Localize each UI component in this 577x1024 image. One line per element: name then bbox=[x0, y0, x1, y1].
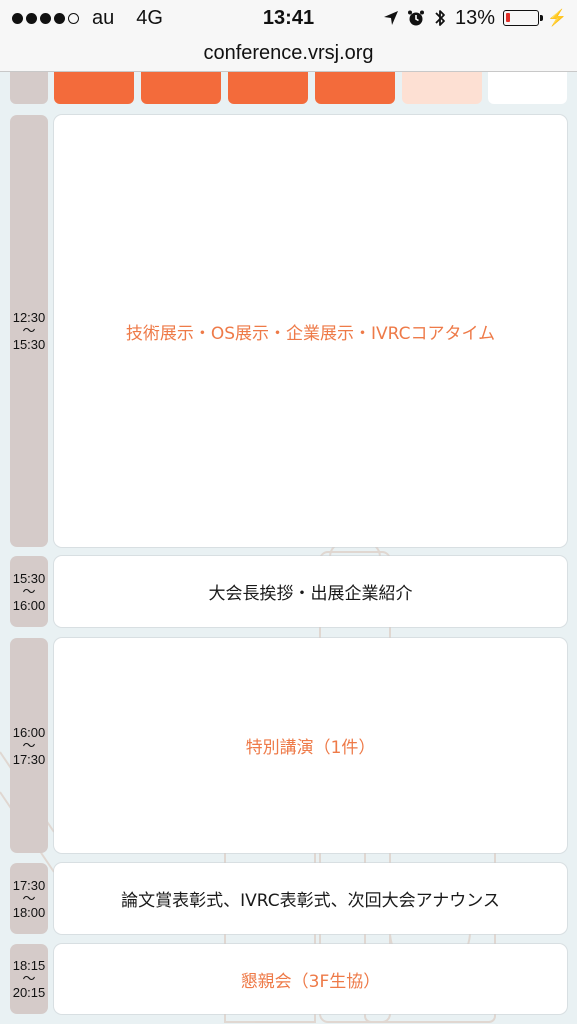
event-item[interactable]: 特別講演（1件） bbox=[54, 638, 567, 853]
event-title[interactable]: 大会長挨拶・出展企業紹介 bbox=[209, 579, 413, 604]
charging-bolt-icon: ⚡ bbox=[547, 10, 567, 27]
battery-icon bbox=[503, 10, 544, 26]
time-slot: 17:30 〜 18:00 bbox=[10, 863, 48, 934]
network-type: 4G bbox=[136, 6, 163, 29]
time-separator: 〜 bbox=[22, 737, 36, 753]
carrier-name: au bbox=[92, 6, 115, 29]
url-text[interactable]: conference.vrsj.org bbox=[203, 42, 373, 65]
schedule-header-tab[interactable] bbox=[228, 72, 308, 104]
time-end: 20:15 bbox=[12, 985, 46, 1000]
time-slot: 18:15 〜 20:15 bbox=[10, 944, 48, 1014]
location-arrow-icon bbox=[384, 11, 399, 25]
time-slot: 15:30 〜 16:00 bbox=[10, 556, 48, 627]
time-separator: 〜 bbox=[22, 971, 36, 986]
event-item[interactable]: 技術展示・OS展示・企業展示・IVRCコアタイム bbox=[54, 115, 567, 547]
alarm-icon bbox=[408, 10, 425, 26]
time-separator: 〜 bbox=[22, 583, 36, 599]
schedule-header-tab[interactable] bbox=[10, 72, 48, 104]
time-separator: 〜 bbox=[22, 890, 36, 906]
event-item[interactable]: 論文賞表彰式、IVRC表彰式、次回大会アナウンス bbox=[54, 863, 567, 934]
event-title[interactable]: 特別講演（1件） bbox=[246, 733, 376, 758]
event-title[interactable]: 論文賞表彰式、IVRC表彰式、次回大会アナウンス bbox=[121, 886, 500, 911]
schedule: 12:30 〜 15:30 技術展示・OS展示・企業展示・IVRCコアタイム 1… bbox=[0, 72, 577, 1024]
schedule-header-tab[interactable] bbox=[141, 72, 221, 104]
schedule-header-tab[interactable] bbox=[488, 72, 567, 104]
event-item[interactable]: 大会長挨拶・出展企業紹介 bbox=[54, 556, 567, 627]
schedule-header-tab[interactable] bbox=[315, 72, 395, 104]
event-item[interactable]: 懇親会（3F生協） bbox=[54, 944, 567, 1014]
time-separator: 〜 bbox=[22, 323, 36, 338]
time-end: 18:00 bbox=[12, 904, 46, 920]
schedule-header-tab[interactable] bbox=[54, 72, 134, 104]
schedule-header-tab[interactable] bbox=[402, 72, 482, 104]
url-bar[interactable]: conference.vrsj.org bbox=[0, 36, 577, 72]
time-end: 15:30 bbox=[12, 337, 46, 352]
battery-percent: 13% bbox=[455, 6, 496, 29]
event-title[interactable]: 技術展示・OS展示・企業展示・IVRCコアタイム bbox=[126, 319, 495, 344]
status-bar: au 4G 13:41 13% ⚡ bbox=[0, 0, 577, 36]
bluetooth-icon bbox=[435, 10, 445, 26]
time-end: 16:00 bbox=[12, 597, 46, 613]
time-slot: 16:00 〜 17:30 bbox=[10, 638, 48, 853]
signal-strength-icon bbox=[12, 12, 82, 24]
event-title[interactable]: 懇親会（3F生協） bbox=[241, 967, 381, 992]
time-end: 17:30 bbox=[12, 751, 46, 767]
time-slot: 12:30 〜 15:30 bbox=[10, 115, 48, 547]
